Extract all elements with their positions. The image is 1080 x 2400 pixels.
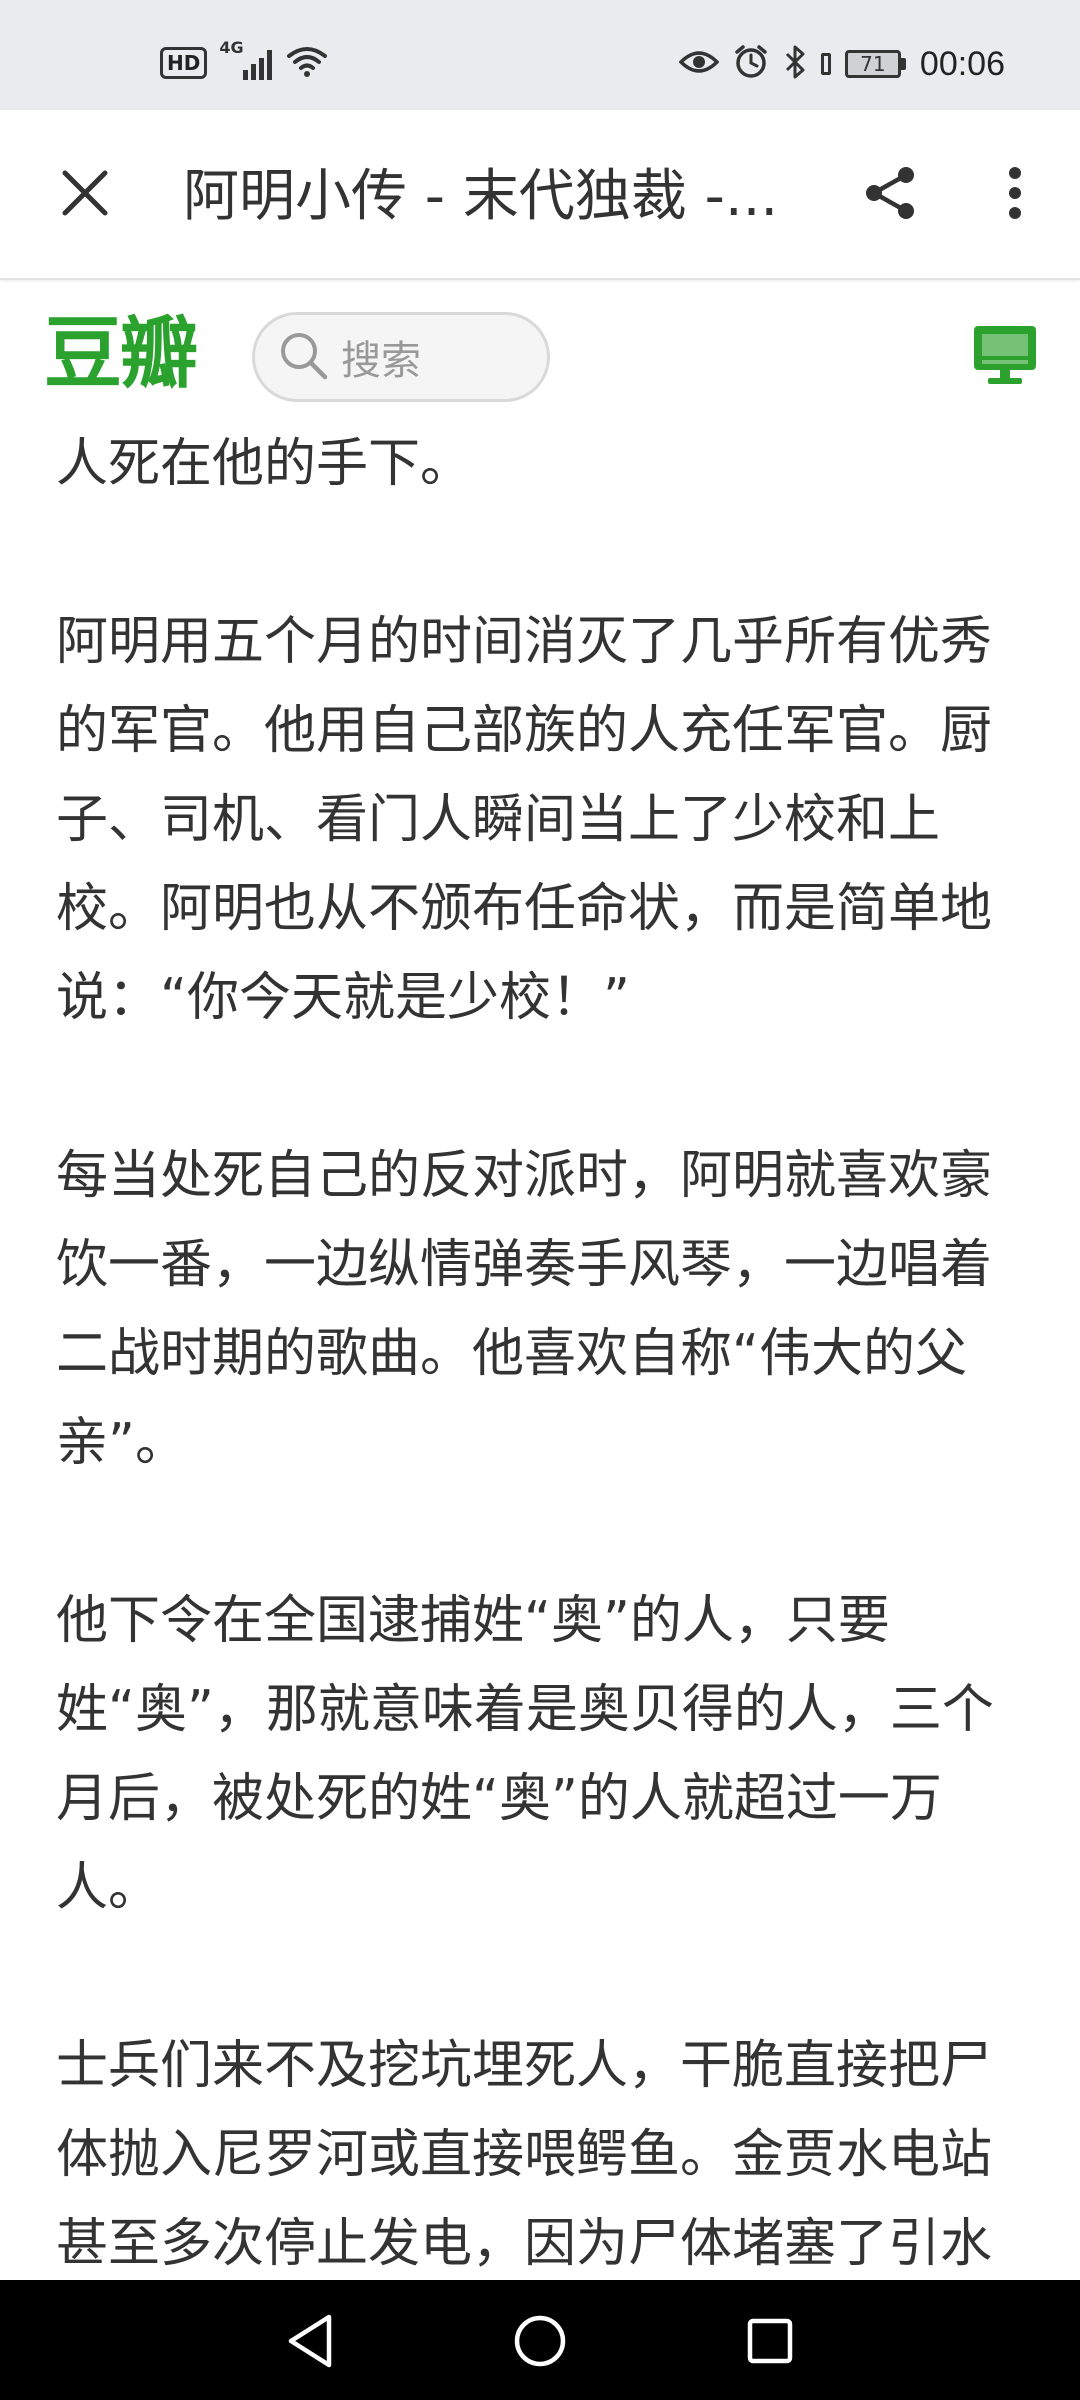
search-icon — [277, 329, 329, 385]
vibrate-battery-icon — [820, 53, 831, 75]
share-button[interactable] — [855, 160, 925, 230]
status-right-group: 71 00:06 — [678, 44, 1005, 84]
article-paragraph: 每当处死自己的反对派时，阿明就喜欢豪饮一番，一边纵情弹奏手风琴，一边唱着二战时期… — [56, 1146, 993, 1473]
status-bar: HD 4G 71 00:06 — [0, 0, 1080, 110]
douban-logo[interactable]: 豆瓣 — [44, 312, 198, 396]
alarm-icon — [733, 44, 769, 84]
system-navigation-bar — [0, 2280, 1080, 2400]
article-body: 人死在他的手下。 阿明用五个月的时间消灭了几乎所有优秀的军官。他用自己部族的人充… — [56, 430, 1036, 2280]
search-input[interactable]: 搜索 — [252, 312, 550, 402]
signal-icon: 4G — [219, 38, 273, 80]
article-paragraph: 士兵们来不及挖坑埋死人，干脆直接把尸体抛入尼罗河或直接喂鳄鱼。金贾水电站甚至多次… — [56, 2036, 993, 2274]
eye-icon — [678, 47, 720, 81]
article-paragraph: 人死在他的手下。 — [56, 434, 473, 494]
more-vertical-icon — [1007, 165, 1023, 225]
desktop-version-button[interactable] — [972, 324, 1038, 386]
battery-level: 71 — [844, 50, 901, 78]
desktop-icon — [972, 326, 1038, 390]
article-paragraph: 他下令在全国逮捕姓“奥”的人，只要姓“奥”，那就意味着是奥贝得的人，三个月后，被… — [56, 1591, 994, 1918]
nav-back-button[interactable] — [275, 2308, 345, 2378]
article-paragraph: 阿明用五个月的时间消灭了几乎所有优秀的军官。他用自己部族的人充任军官。厨子、司机… — [56, 612, 993, 1028]
share-icon — [862, 165, 918, 225]
nav-recents-button[interactable] — [735, 2308, 805, 2378]
status-time: 00:06 — [919, 44, 1005, 83]
battery-icon: 71 — [844, 50, 906, 78]
nav-home-button[interactable] — [505, 2308, 575, 2378]
close-button[interactable] — [50, 160, 120, 230]
wifi-icon — [286, 44, 328, 82]
nav-home-icon — [512, 2313, 568, 2373]
hd-indicator: HD — [160, 47, 208, 79]
close-icon — [61, 169, 109, 221]
network-type-label: 4G — [219, 38, 244, 57]
more-options-button[interactable] — [985, 160, 1045, 230]
search-placeholder: 搜索 — [341, 338, 421, 384]
nav-back-icon — [285, 2313, 335, 2373]
status-left-group: HD 4G — [160, 38, 328, 82]
page-title: 阿明小传 - 末代独裁 -... — [183, 164, 779, 229]
title-bar: 阿明小传 - 末代独裁 -... — [0, 110, 1080, 280]
nav-recents-icon — [745, 2316, 795, 2370]
site-header: 豆瓣 搜索 — [0, 282, 1080, 430]
bluetooth-icon — [783, 44, 807, 84]
article-content: 人死在他的手下。 阿明用五个月的时间消灭了几乎所有优秀的军官。他用自己部族的人充… — [0, 430, 1080, 2280]
